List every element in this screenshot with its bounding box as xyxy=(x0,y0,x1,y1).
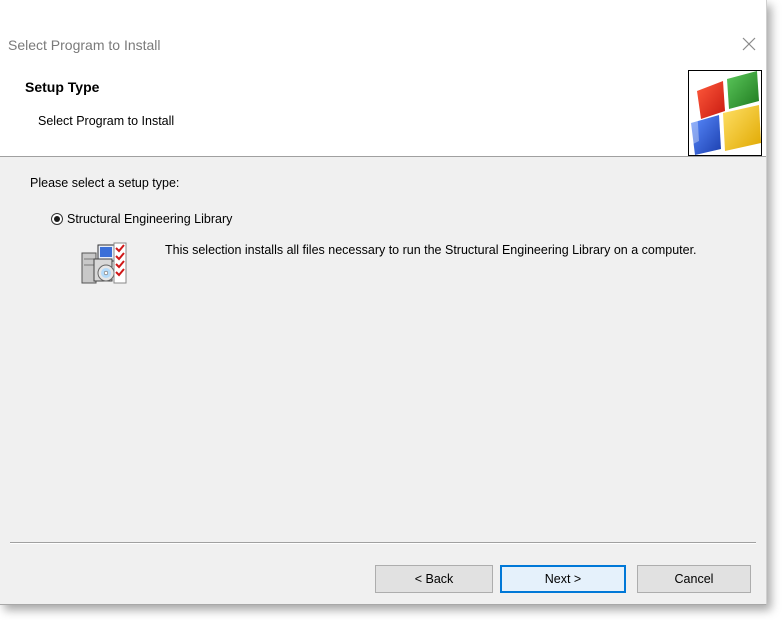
next-button[interactable]: Next > xyxy=(500,565,626,593)
cancel-button[interactable]: Cancel xyxy=(637,565,751,593)
radio-selected-dot xyxy=(54,216,60,222)
dialog-header: Setup Type Select Program to Install xyxy=(0,62,766,157)
window-title: Select Program to Install xyxy=(8,37,161,53)
setup-type-prompt: Please select a setup type: xyxy=(30,176,180,190)
back-button[interactable]: < Back xyxy=(375,565,493,593)
option-description: This selection installs all files necess… xyxy=(165,243,697,257)
option-radio[interactable] xyxy=(51,213,63,225)
title-bar: Select Program to Install xyxy=(0,0,766,62)
header-title: Setup Type xyxy=(25,79,100,95)
setup-dialog: Select Program to Install Setup Type Sel… xyxy=(0,0,767,605)
footer-divider xyxy=(10,542,756,544)
option-label: Structural Engineering Library xyxy=(67,212,233,226)
windows-logo-icon xyxy=(688,70,762,156)
close-icon xyxy=(742,37,756,51)
close-button[interactable] xyxy=(736,31,762,57)
option-structural-engineering-library[interactable]: Structural Engineering Library xyxy=(51,211,232,227)
header-subtitle: Select Program to Install xyxy=(38,114,175,128)
setup-package-icon xyxy=(78,239,130,287)
